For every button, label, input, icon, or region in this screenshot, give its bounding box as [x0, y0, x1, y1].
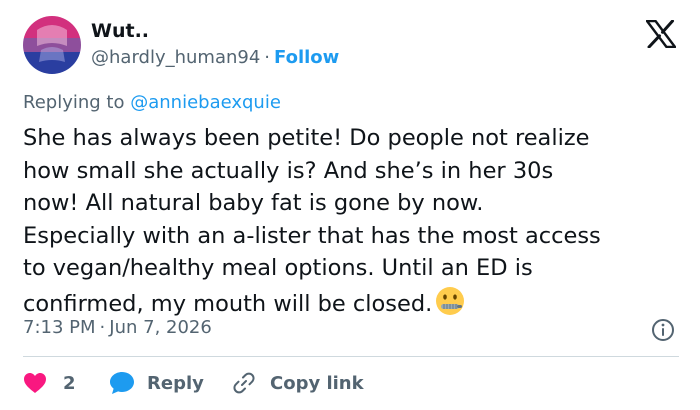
reply-label: Reply — [147, 372, 204, 394]
tweet-text: She has always been petite! Do people no… — [23, 122, 693, 320]
replying-to-mention[interactable]: @anniebaexquie — [130, 92, 281, 113]
info-icon[interactable] — [651, 318, 675, 342]
tweet-line: to vegan/healthy meal options. Until an … — [23, 255, 533, 281]
replying-to: Replying to @anniebaexquie — [23, 92, 281, 113]
like-count: 2 — [63, 372, 76, 394]
copy-link-button[interactable]: Copy link — [232, 368, 364, 398]
timestamp-separator: · — [99, 317, 106, 338]
follow-button[interactable]: Follow — [274, 47, 339, 68]
tweet-date: Jun 7, 2026 — [109, 317, 212, 338]
handle-separator: · — [264, 47, 271, 68]
avatar[interactable] — [23, 16, 81, 74]
tweet-line: Especially with an a-lister that has the… — [23, 222, 601, 249]
avatar-image — [23, 16, 81, 74]
tweet-last-line-row: confirmed, my mouth will be closed. — [23, 285, 693, 321]
like-button[interactable]: 2 — [23, 368, 76, 398]
zipper-mouth-face-icon — [436, 286, 465, 315]
author-display-name[interactable]: Wut.. — [91, 20, 149, 42]
copy-link-label: Copy link — [270, 372, 364, 394]
reply-bubble-icon — [110, 372, 134, 394]
tweet-line: She has always been petite! Do people no… — [23, 125, 590, 151]
tweet-timestamp[interactable]: 7:13 PM · Jun 7, 2026 — [23, 317, 212, 338]
tweet-line: confirmed, my mouth will be closed. — [23, 290, 433, 317]
heart-icon — [24, 373, 46, 393]
tweet-line: how small she actually is? And she’s in … — [23, 157, 554, 184]
author-handle[interactable]: @hardly_human94 — [91, 47, 260, 68]
replying-to-label: Replying to — [23, 92, 125, 113]
divider — [23, 356, 679, 357]
tweet-time: 7:13 PM — [23, 317, 96, 338]
x-logo-icon[interactable] — [646, 20, 676, 48]
reply-button[interactable]: Reply — [109, 368, 204, 398]
link-icon — [233, 372, 255, 394]
tweet-line: now! All natural baby fat is gone by now… — [23, 190, 484, 216]
author-handle-row: @hardly_human94 · Follow — [91, 47, 339, 68]
